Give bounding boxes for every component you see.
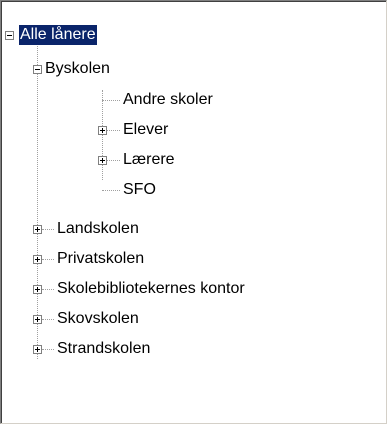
tree-connector	[107, 160, 120, 161]
tree-node-strandskolen[interactable]: Strandskolen	[56, 339, 151, 359]
tree-connector	[107, 130, 120, 131]
tree-node-byskolen[interactable]: Byskolen	[44, 59, 111, 79]
tree-connector	[37, 40, 38, 359]
tree-node-elever[interactable]: Elever	[122, 120, 169, 140]
tree-node-landskolen[interactable]: Landskolen	[56, 219, 140, 239]
collapse-toggle-icon[interactable]	[33, 65, 42, 74]
expand-toggle-icon[interactable]	[98, 156, 107, 165]
expand-toggle-icon[interactable]	[33, 315, 42, 324]
tree-connector	[42, 289, 54, 290]
tree-connector	[102, 190, 120, 191]
tree-node-alle-lanere[interactable]: Alle lånere	[19, 25, 97, 45]
tree-view[interactable]: Alle lånere Byskolen Andre skoler Elever…	[0, 0, 387, 424]
expand-toggle-icon[interactable]	[33, 255, 42, 264]
tree-connector	[42, 259, 54, 260]
collapse-toggle-icon[interactable]	[5, 31, 14, 40]
expand-toggle-icon[interactable]	[33, 285, 42, 294]
expand-toggle-icon[interactable]	[33, 345, 42, 354]
tree-connector	[102, 90, 103, 180]
tree-node-skolebibliotekernes-kontor[interactable]: Skolebibliotekernes kontor	[56, 279, 246, 299]
tree-connector	[42, 229, 54, 230]
tree-node-skovskolen[interactable]: Skovskolen	[56, 309, 140, 329]
tree-node-laerere[interactable]: Lærere	[122, 150, 176, 170]
tree-node-privatskolen[interactable]: Privatskolen	[56, 249, 145, 269]
tree-connector	[42, 319, 54, 320]
tree-connector	[102, 100, 120, 101]
tree-connector	[42, 349, 54, 350]
expand-toggle-icon[interactable]	[98, 126, 107, 135]
tree-node-andre-skoler[interactable]: Andre skoler	[122, 90, 214, 110]
tree-node-sfo[interactable]: SFO	[122, 180, 157, 200]
expand-toggle-icon[interactable]	[33, 225, 42, 234]
